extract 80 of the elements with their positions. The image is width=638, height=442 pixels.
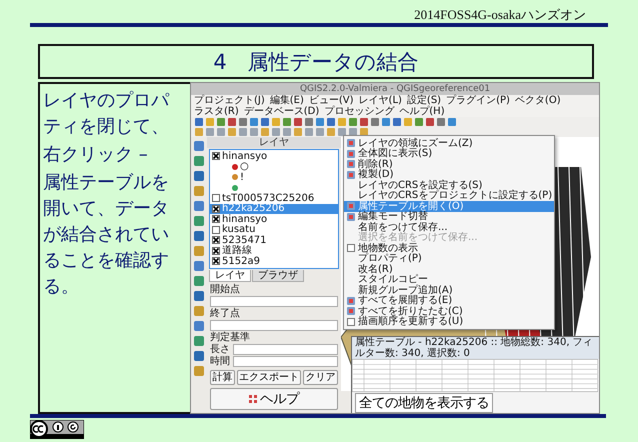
- layer-name: kusatu: [222, 224, 256, 236]
- menu-item[interactable]: ベクタ(O): [514, 95, 561, 106]
- menu-item[interactable]: データベース(D): [244, 106, 320, 117]
- legend-label: !: [240, 172, 244, 183]
- panel-tab[interactable]: レイヤ: [209, 270, 251, 282]
- note-text: レイヤのプロパティを閉じて、: [43, 89, 170, 139]
- layer-item[interactable]: hinansyo: [210, 151, 338, 162]
- context-menu-item[interactable]: 改名(R): [344, 264, 554, 274]
- help-button[interactable]: ヘルプ: [210, 388, 338, 410]
- header-text: 2014FOSS4G-osakaハンズオン: [414, 8, 586, 22]
- license-badge-icon: [30, 420, 84, 439]
- layer-item[interactable]: 5152a9: [210, 256, 338, 266]
- context-menu-item[interactable]: スタイルコピー: [344, 274, 554, 285]
- menu-item[interactable]: ビュー(V): [308, 95, 354, 106]
- slide-title: 4 属性データの結合: [38, 44, 594, 79]
- layer-item[interactable]: hinansyo: [210, 214, 338, 224]
- menu-item[interactable]: プラグイン(P): [446, 95, 510, 106]
- field-label: 長さ: [210, 344, 230, 354]
- field-label: 時間: [210, 356, 230, 366]
- layer-name: tsT000573C25206: [222, 192, 314, 204]
- input-field[interactable]: [233, 344, 338, 354]
- form-button[interactable]: エクスポート: [236, 370, 302, 384]
- layer-name: 5152a9: [222, 256, 260, 267]
- context-menu-item[interactable]: 編集モード切替: [344, 212, 554, 222]
- context-menu-item[interactable]: レイヤのCRSをプロジェクトに設定する(P): [344, 190, 554, 201]
- menu-item[interactable]: ラスタ(R): [194, 106, 239, 117]
- checkbox-icon: [347, 318, 355, 326]
- window-title: 属性テーブル - h22ka25206 :: 地物総数: 340, フィルター数: 340, 選択数: 0: [352, 337, 599, 359]
- form-button[interactable]: クリア: [303, 370, 338, 384]
- context-menu-item[interactable]: プロパティ(P): [344, 254, 554, 264]
- context-menu-item[interactable]: 名前をつけて保存...: [344, 222, 554, 232]
- checkbox[interactable]: [212, 194, 220, 202]
- checkbox-icon: [347, 244, 355, 252]
- field-label: 開始点: [210, 284, 241, 294]
- context-menu-item[interactable]: すべてを展開する(E): [344, 296, 554, 306]
- field-label: 終了点: [210, 308, 241, 318]
- menu-item[interactable]: 編集(E): [270, 95, 304, 106]
- menu-item[interactable]: ヘルプ(H): [399, 106, 445, 117]
- input-field[interactable]: [210, 296, 338, 306]
- context-menu-item[interactable]: 地物数の表示: [344, 243, 554, 254]
- note-text: 属性テーブルを開いて、データが結合されていることを確認する。: [43, 171, 170, 299]
- checkbox[interactable]: [212, 215, 220, 224]
- menu-item[interactable]: 設定(S): [406, 95, 442, 106]
- layer-name: hinansyo: [222, 150, 268, 162]
- panel-tab[interactable]: ブラウザ: [252, 270, 304, 282]
- context-menu-item[interactable]: 描画順序を更新する(U): [344, 316, 554, 327]
- context-menu-item[interactable]: レイヤの領域にズーム(Z): [344, 138, 554, 148]
- input-field[interactable]: [233, 356, 338, 366]
- checkbox[interactable]: [212, 236, 220, 244]
- layer-item[interactable]: tsT000573C25206: [210, 193, 338, 204]
- form-button[interactable]: 計算: [210, 370, 235, 384]
- layer-name: h22ka25206: [222, 203, 285, 214]
- checkbox[interactable]: [212, 204, 220, 213]
- checkbox[interactable]: [212, 226, 220, 234]
- checkbox[interactable]: [212, 257, 220, 266]
- layer-item[interactable]: 道路線: [210, 246, 338, 256]
- layer-item[interactable]: 5235471: [210, 235, 338, 246]
- input-field[interactable]: [210, 320, 338, 330]
- layer-name: 5235471: [222, 234, 267, 246]
- layer-name: 道路線: [222, 245, 252, 256]
- note-text: 右クリック –: [43, 143, 149, 167]
- context-menu-item[interactable]: 複製(D): [344, 170, 554, 180]
- menu-item[interactable]: レイヤ(L): [358, 95, 402, 106]
- menu-item[interactable]: プロセッシング: [324, 106, 394, 117]
- menu-item[interactable]: プロジェクト(J): [194, 95, 265, 106]
- context-menu-item[interactable]: レイヤのCRSを設定する(S): [344, 180, 554, 190]
- checkbox[interactable]: [212, 246, 220, 255]
- checkbox[interactable]: [212, 152, 220, 160]
- context-menu-item[interactable]: 全体図に表示(S): [344, 148, 554, 159]
- context-menu-item[interactable]: 削除(R): [344, 159, 554, 170]
- context-menu-item[interactable]: 新規グループ追加(A): [344, 285, 554, 296]
- show-all-features-button[interactable]: 全ての地物を表示する: [355, 393, 493, 413]
- layer-item[interactable]: kusatu: [210, 224, 338, 235]
- context-menu-item[interactable]: すべてを折りたたむ(C): [344, 306, 554, 316]
- window-title: QGIS2.2.0-Valmiera - QGISgeoreference01: [191, 83, 599, 95]
- panel-header: レイヤ: [207, 137, 341, 148]
- layer-name: hinansyo: [222, 214, 268, 225]
- help-icon: [249, 394, 257, 402]
- field-label: 判定基準: [210, 332, 251, 342]
- legend-label: ○: [240, 161, 249, 172]
